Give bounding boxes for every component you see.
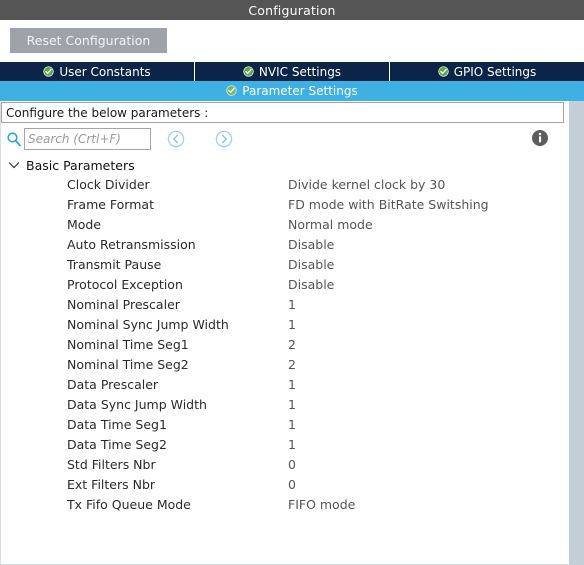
parameter-value[interactable]: 1: [288, 397, 296, 412]
parameter-name: Protocol Exception: [67, 277, 183, 292]
parameter-name: Nominal Time Seg2: [67, 357, 189, 372]
parameter-value[interactable]: Normal mode: [288, 217, 373, 232]
parameter-list: Clock Divider Divide kernel clock by 30 Fr…: [0, 175, 566, 515]
parameter-row[interactable]: Frame Format FD mode with BitRate Switshi…: [0, 195, 566, 215]
parameter-value[interactable]: 1: [288, 317, 296, 332]
chevron-down-icon: [6, 157, 22, 173]
green-check-icon: [438, 66, 449, 77]
parameter-name: Frame Format: [67, 197, 154, 212]
parameter-name: Mode: [67, 217, 102, 232]
group-basic-parameters[interactable]: Basic Parameters: [0, 155, 135, 175]
search-input[interactable]: [24, 128, 151, 150]
parameter-name: Ext Filters Nbr: [67, 477, 156, 492]
parameter-row[interactable]: Nominal Prescaler 1: [0, 295, 566, 315]
parameter-panel: Configure the below parameters : Search …: [0, 101, 584, 565]
parameter-name: Std Filters Nbr: [67, 457, 156, 472]
tab-label: Parameter Settings: [242, 83, 358, 98]
search-row: [0, 126, 566, 154]
green-check-icon: [43, 66, 54, 77]
parameter-row[interactable]: Tx Fifo Queue Mode FIFO mode: [0, 495, 566, 515]
parameter-value[interactable]: 2: [288, 357, 296, 372]
parameter-value[interactable]: 0: [288, 477, 296, 492]
circle-chevron-right-icon[interactable]: [215, 130, 233, 148]
parameter-name: Data Prescaler: [67, 377, 159, 392]
tab-label: NVIC Settings: [258, 64, 342, 79]
group-label: Basic Parameters: [26, 157, 135, 173]
circle-chevron-left-icon[interactable]: [167, 130, 185, 148]
panel-hint-bar: Configure the below parameters :: [1, 102, 564, 123]
parameter-row[interactable]: Std Filters Nbr 0: [0, 455, 566, 475]
parameter-name: Tx Fifo Queue Mode: [67, 497, 191, 512]
vertical-scrollbar[interactable]: [569, 101, 584, 565]
parameter-row[interactable]: Data Prescaler 1: [0, 375, 566, 395]
tab-label: GPIO Settings: [453, 64, 537, 79]
parameter-value[interactable]: Disable: [288, 277, 334, 292]
parameter-value[interactable]: 1: [288, 437, 296, 452]
parameter-name: Data Time Seg2: [67, 437, 167, 452]
parameter-name: Auto Retransmission: [67, 237, 196, 252]
tab-nvic-settings[interactable]: NVIC Settings: [195, 62, 390, 81]
parameter-name: Clock Divider: [67, 177, 150, 192]
parameter-row[interactable]: Data Time Seg1 1: [0, 415, 566, 435]
parameter-value[interactable]: Disable: [288, 257, 334, 272]
green-check-icon: [226, 85, 237, 96]
parameter-value[interactable]: FIFO mode: [288, 497, 355, 512]
search-icon: [6, 131, 22, 147]
parameter-name: Nominal Sync Jump Width: [67, 317, 229, 332]
tab-parameter-settings[interactable]: Parameter Settings: [0, 81, 584, 100]
toolbar: Reset Configuration: [0, 20, 584, 62]
tab-gpio-settings[interactable]: GPIO Settings: [390, 62, 584, 81]
parameter-value[interactable]: Divide kernel clock by 30: [288, 177, 445, 192]
parameter-name: Data Sync Jump Width: [67, 397, 207, 412]
parameter-row[interactable]: Ext Filters Nbr 0: [0, 475, 566, 495]
configuration-window: Configuration Reset Configuration User C…: [0, 0, 584, 565]
window-title-bar: Configuration: [0, 0, 584, 20]
parameter-value[interactable]: Disable: [288, 237, 334, 252]
parameter-name: Nominal Prescaler: [67, 297, 180, 312]
parameter-name: Data Time Seg1: [67, 417, 167, 432]
parameter-row[interactable]: Nominal Sync Jump Width 1: [0, 315, 566, 335]
tab-label: User Constants: [59, 64, 151, 79]
parameter-row[interactable]: Auto Retransmission Disable: [0, 235, 566, 255]
parameter-value[interactable]: 1: [288, 417, 296, 432]
parameter-value[interactable]: FD mode with BitRate Switshing: [288, 197, 489, 212]
reset-configuration-button[interactable]: Reset Configuration: [10, 28, 167, 53]
panel-hint-text: Configure the below parameters :: [6, 105, 209, 120]
parameter-row[interactable]: Protocol Exception Disable: [0, 275, 566, 295]
info-circle-icon[interactable]: [531, 129, 549, 147]
parameter-value[interactable]: 1: [288, 297, 296, 312]
parameter-row[interactable]: Transmit Pause Disable: [0, 255, 566, 275]
tab-bar-secondary: Parameter Settings: [0, 81, 584, 101]
parameter-row[interactable]: Mode Normal mode: [0, 215, 566, 235]
parameter-row[interactable]: Data Sync Jump Width 1: [0, 395, 566, 415]
tab-bar-primary: User Constants NVIC Settings GPIO Settin…: [0, 62, 584, 81]
parameter-name: Nominal Time Seg1: [67, 337, 189, 352]
parameter-value[interactable]: 0: [288, 457, 296, 472]
parameter-row[interactable]: Clock Divider Divide kernel clock by 30: [0, 175, 566, 195]
parameter-row[interactable]: Nominal Time Seg1 2: [0, 335, 566, 355]
parameter-value[interactable]: 2: [288, 337, 296, 352]
panel-left-border: [0, 101, 1, 565]
parameter-name: Transmit Pause: [67, 257, 162, 272]
green-check-icon: [243, 66, 254, 77]
parameter-row[interactable]: Nominal Time Seg2 2: [0, 355, 566, 375]
page-title: Configuration: [248, 2, 336, 18]
tab-user-constants[interactable]: User Constants: [0, 62, 195, 81]
parameter-value[interactable]: 1: [288, 377, 296, 392]
parameter-row[interactable]: Data Time Seg2 1: [0, 435, 566, 455]
